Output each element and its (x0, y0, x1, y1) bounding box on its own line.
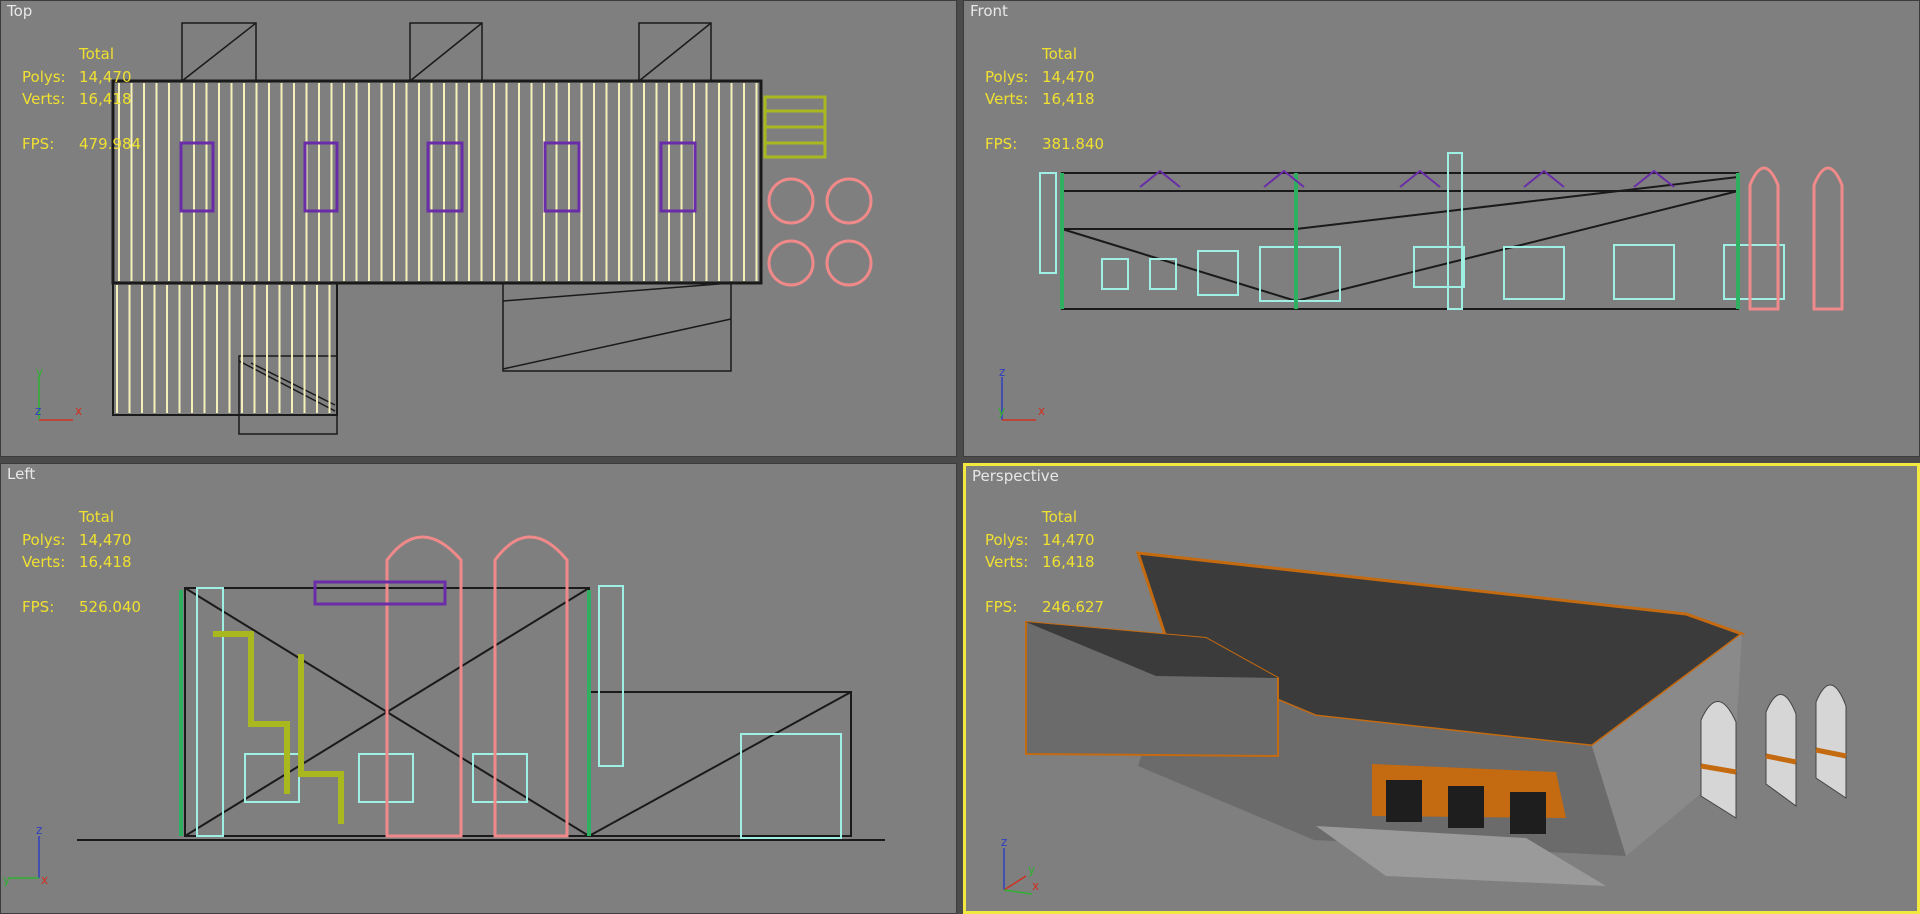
fps-value: 526.040 (79, 597, 142, 616)
verts-count: 16,418 (79, 90, 132, 108)
svg-text:y: y (36, 365, 43, 379)
svg-text:y: y (3, 873, 10, 887)
verts-count: 16,418 (1042, 90, 1095, 108)
fps-label: FPS: (985, 597, 1018, 616)
total-label: Total (79, 508, 115, 526)
stats-overlay: Total Polys: 14,470 Verts: 16,418 FPS: 479.… (22, 43, 141, 155)
polys-label: Polys: (985, 530, 1029, 549)
viewport-perspective[interactable]: Perspective z y x Total Polys: 14,470 Ve… (963, 463, 1920, 914)
fps-value: 479.984 (79, 134, 142, 153)
svg-text:x: x (1038, 404, 1045, 418)
verts-label: Verts: (22, 553, 66, 571)
svg-text:z: z (1001, 835, 1007, 849)
total-label: Total (1042, 508, 1078, 526)
pipes (213, 631, 344, 824)
silos (1748, 166, 1844, 311)
svg-text:x: x (1032, 879, 1039, 893)
silo-circles (767, 177, 873, 287)
fps-value: 381.840 (1042, 134, 1105, 153)
viewport-top[interactable]: Top y z x Total Polys: 14,470 Verts: 16,… (0, 0, 957, 457)
verts-count: 16,418 (1042, 553, 1095, 571)
polys-count: 14,470 (1042, 67, 1095, 86)
verts-label: Verts: (985, 553, 1029, 571)
front-view-wireframe: z y x (998, 152, 1844, 421)
top-view-wireframe: y z x (35, 22, 873, 435)
svg-text:y: y (998, 404, 1005, 418)
verts-count: 16,418 (79, 553, 132, 571)
polys-count: 14,470 (79, 530, 132, 549)
stats-overlay: Total Polys: 14,470 Verts: 16,418 FPS: 381.… (985, 43, 1104, 155)
fps-value: 246.627 (1042, 597, 1105, 616)
viewport-front[interactable]: Front z y x Total Polys: 14,470 Verts: 1… (963, 0, 1920, 457)
polys-label: Polys: (22, 530, 66, 549)
pipes (763, 95, 827, 159)
fps-label: FPS: (22, 134, 55, 153)
svg-text:x: x (75, 404, 82, 418)
svg-text:y: y (1028, 863, 1035, 877)
polys-label: Polys: (22, 67, 66, 86)
left-view-wireframe: z y x (3, 535, 885, 887)
perspective-render: z y x (1001, 551, 1847, 895)
roof-windows (179, 141, 697, 213)
total-label: Total (1042, 45, 1078, 63)
svg-text:z: z (999, 365, 1005, 379)
viewport-layout: Top y z x Total Polys: 14,470 Verts: 16,… (0, 0, 1920, 914)
verts-label: Verts: (985, 90, 1029, 108)
viewport-left[interactable]: Left z y x Total Polys: 14,470 Verts: 16… (0, 463, 957, 914)
fps-label: FPS: (985, 134, 1018, 153)
ladders-and-windows (196, 585, 842, 839)
total-label: Total (79, 45, 115, 63)
verts-label: Verts: (22, 90, 66, 108)
svg-text:z: z (36, 823, 42, 837)
stats-overlay: Total Polys: 14,470 Verts: 16,418 FPS: 246.… (985, 506, 1104, 618)
polys-count: 14,470 (79, 67, 132, 86)
stats-overlay: Total Polys: 14,470 Verts: 16,418 FPS: 526.… (22, 506, 141, 618)
svg-text:x: x (41, 873, 48, 887)
polys-count: 14,470 (1042, 530, 1095, 549)
polys-label: Polys: (985, 67, 1029, 86)
roof-stripes (116, 83, 758, 413)
svg-text:z: z (35, 404, 41, 418)
fps-label: FPS: (22, 597, 55, 616)
